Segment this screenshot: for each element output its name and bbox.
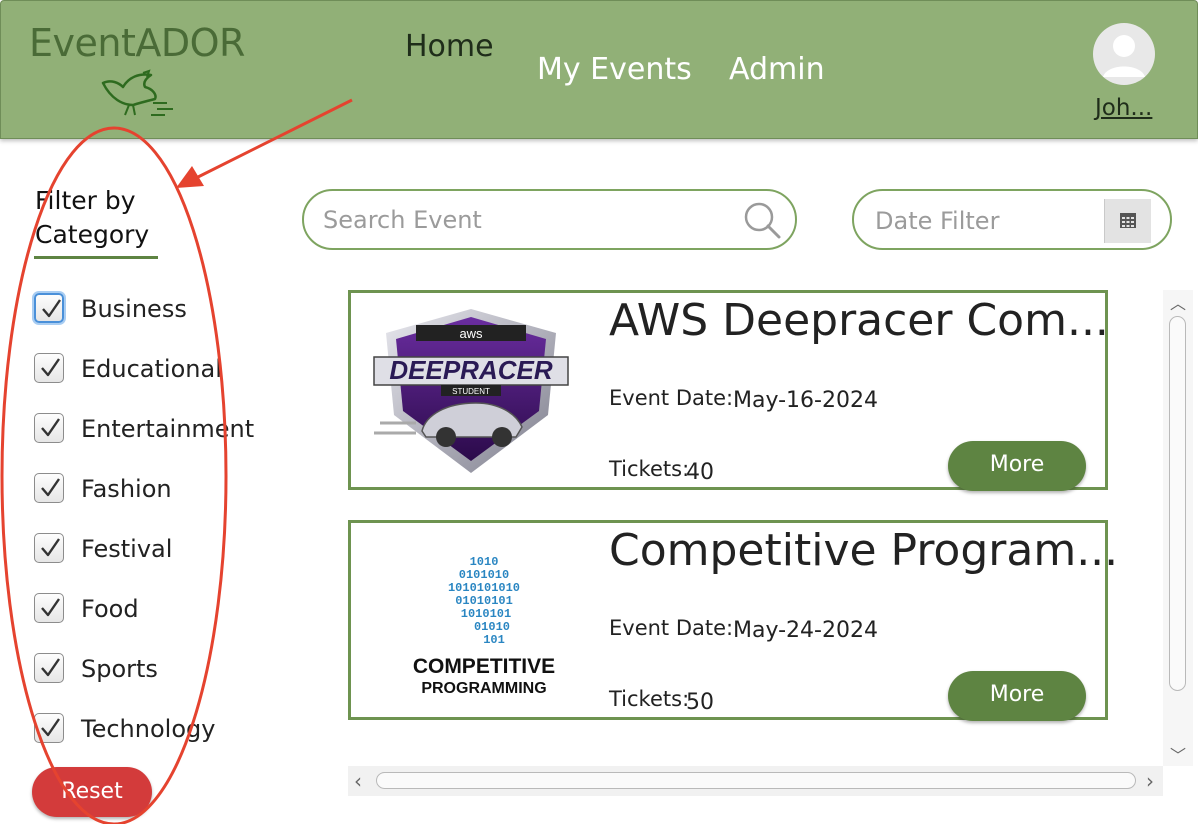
- reset-button[interactable]: Reset: [32, 767, 152, 817]
- event-date-label: Event Date:: [609, 616, 734, 640]
- checkmark-icon: [41, 718, 60, 737]
- event-card: 1010 0101010 1010101010 01010101 1010101…: [348, 520, 1118, 721]
- svg-text:101: 101: [483, 633, 505, 647]
- calendar-icon: [1120, 213, 1136, 228]
- logo-line2-text: PROGRAMMING: [421, 680, 546, 697]
- nav-my-events[interactable]: My Events: [537, 52, 692, 87]
- category-label: Business: [81, 295, 187, 323]
- checkmark-icon: [41, 658, 60, 677]
- horizontal-scrollbar[interactable]: ‹ ›: [348, 766, 1163, 796]
- checkmark-icon: [41, 358, 60, 377]
- checkmark-icon: [41, 538, 60, 557]
- calendar-button[interactable]: [1104, 199, 1151, 243]
- user-avatar-icon[interactable]: [1093, 23, 1155, 85]
- app-logo-text: EventADOR: [29, 21, 245, 65]
- tickets-label: Tickets:: [609, 457, 690, 481]
- event-title: AWS Deepracer Com...: [609, 295, 1109, 346]
- category-checkbox[interactable]: [34, 653, 64, 683]
- category-label: Festival: [81, 535, 173, 563]
- category-label: Technology: [81, 715, 216, 743]
- svg-text:01010: 01010: [474, 620, 510, 634]
- deepracer-logo-image: aws DEEPRACER STUDENT: [373, 309, 569, 473]
- category-checkbox[interactable]: [34, 533, 64, 563]
- nav-home[interactable]: Home: [405, 29, 494, 64]
- deepracer-sub-text: STUDENT: [452, 387, 490, 396]
- event-card: aws DEEPRACER STUDENT AWS Deepracer Com.…: [348, 290, 1109, 491]
- scroll-left-arrow-icon[interactable]: ‹: [354, 769, 362, 793]
- logo-line1-text: COMPETITIVE: [413, 655, 555, 678]
- svg-text:01010101: 01010101: [455, 594, 513, 608]
- more-button[interactable]: More: [948, 671, 1086, 721]
- search-input[interactable]: Search Event: [323, 206, 482, 234]
- category-checkbox[interactable]: [34, 413, 64, 443]
- category-checkbox[interactable]: [34, 473, 64, 503]
- deepracer-main-text: DEEPRACER: [389, 355, 552, 385]
- scroll-up-arrow-icon[interactable]: ︿: [1170, 290, 1186, 314]
- annotation-arrowhead-icon: [176, 166, 204, 188]
- checkmark-icon: [42, 299, 61, 318]
- filter-title-underline: [34, 256, 158, 259]
- competitive-programming-logo-image: 1010 0101010 1010101010 01010101 1010101…: [413, 555, 555, 697]
- tickets-count: 50: [686, 690, 714, 715]
- event-date: May-16-2024: [733, 388, 878, 413]
- search-icon[interactable]: [741, 199, 785, 243]
- event-date: May-24-2024: [733, 618, 878, 643]
- svg-text:1010: 1010: [470, 555, 499, 569]
- vertical-scrollbar[interactable]: ︿ ﹀: [1163, 290, 1193, 766]
- scroll-right-arrow-icon[interactable]: ›: [1146, 769, 1154, 793]
- filter-title: Filter by Category: [35, 186, 150, 249]
- checkmark-icon: [41, 478, 60, 497]
- vertical-scroll-thumb[interactable]: [1169, 316, 1186, 691]
- more-button[interactable]: More: [948, 441, 1086, 491]
- category-label: Educational: [81, 355, 222, 383]
- horizontal-scroll-thumb[interactable]: [376, 772, 1136, 789]
- checkmark-icon: [41, 418, 60, 437]
- top-bar: EventADOR Home My Events Admin Joh...: [0, 0, 1198, 139]
- category-label: Fashion: [81, 475, 172, 503]
- category-label: Entertainment: [81, 415, 255, 443]
- scroll-down-arrow-icon[interactable]: ﹀: [1170, 742, 1186, 766]
- nav-admin[interactable]: Admin: [729, 52, 825, 87]
- svg-text:1010101: 1010101: [461, 607, 511, 621]
- date-filter-box[interactable]: Date Filter: [852, 189, 1172, 250]
- category-checkbox[interactable]: [34, 353, 64, 383]
- category-label: Food: [81, 595, 139, 623]
- svg-text:0101010: 0101010: [459, 568, 509, 582]
- bird-logo-icon: [101, 69, 173, 116]
- svg-text:1010101010: 1010101010: [448, 581, 520, 595]
- category-label: Sports: [81, 655, 158, 683]
- event-title: Competitive Program...: [609, 525, 1119, 576]
- deepracer-aws-text: aws: [459, 326, 483, 341]
- user-name-link[interactable]: Joh...: [1095, 95, 1152, 121]
- checkmark-icon: [41, 598, 60, 617]
- search-box[interactable]: Search Event: [302, 189, 797, 250]
- category-checkbox[interactable]: [34, 293, 64, 323]
- event-date-label: Event Date:: [609, 386, 734, 410]
- tickets-count: 40: [686, 460, 714, 485]
- tickets-label: Tickets:: [609, 687, 690, 711]
- category-checkbox[interactable]: [34, 593, 64, 623]
- category-checkbox[interactable]: [34, 713, 64, 743]
- date-filter-input[interactable]: Date Filter: [875, 207, 999, 235]
